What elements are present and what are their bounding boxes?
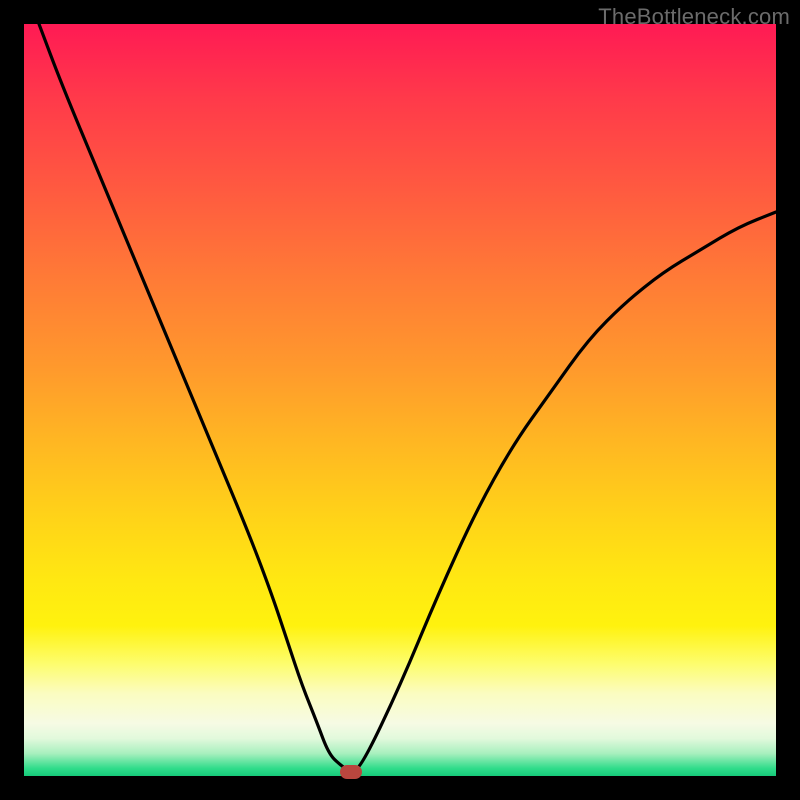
optimal-point-marker: [340, 765, 362, 779]
plot-area: [24, 24, 776, 776]
bottleneck-curve: [24, 24, 776, 776]
chart-frame: TheBottleneck.com: [0, 0, 800, 800]
